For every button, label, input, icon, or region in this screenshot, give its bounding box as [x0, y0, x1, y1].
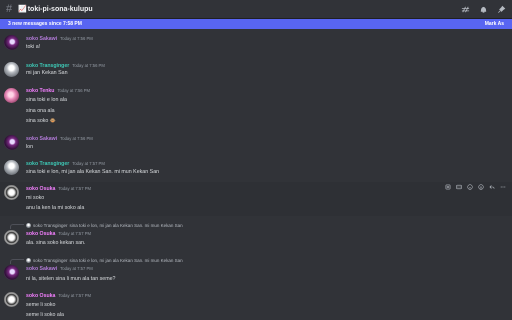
reply-username: soko Transginger — [33, 258, 68, 263]
reply-text: sina toki e lon, mi jan ala Kekan San. m… — [69, 223, 183, 228]
avatar[interactable] — [4, 185, 19, 200]
message: soko Sakawi Today at 7:56 PM lon — [0, 133, 512, 155]
channel-name: toki-pi-sona-kulupu — [27, 5, 93, 13]
message-with-reply: soko Transginger sina toki e lon, mi jan… — [0, 220, 512, 248]
avatar[interactable] — [4, 265, 19, 280]
message-text: sina ona ala — [26, 108, 55, 114]
message-text: sina toki e lon, mi jan ala Kekan San. m… — [26, 169, 160, 175]
timestamp: Today at 7:56 PM — [72, 63, 105, 68]
reply-preview[interactable]: soko Transginger sina toki e lon, mi jan… — [26, 258, 183, 263]
message-text: toki a! — [26, 44, 41, 50]
mark-as-read-button[interactable]: Mark As — [485, 21, 504, 27]
bell-icon[interactable] — [479, 5, 488, 14]
avatar[interactable] — [4, 230, 19, 245]
avatar[interactable] — [4, 62, 19, 77]
list-icon[interactable] — [445, 184, 451, 190]
username[interactable]: soko Osuka — [26, 186, 55, 192]
username[interactable]: soko Sakawi — [26, 266, 57, 272]
message-text: seme li soko — [26, 302, 56, 308]
custom-emoji-icon: 🐵 — [49, 118, 57, 124]
message-text: ni la, sitelen sina li mun ala tan seme? — [26, 276, 116, 282]
pin-icon[interactable] — [497, 5, 506, 14]
username[interactable]: soko Sakawi — [26, 36, 57, 42]
hash-icon: # — [6, 3, 13, 15]
reply-avatar — [26, 258, 31, 263]
timestamp: Today at 7:57 PM — [72, 161, 105, 166]
reply-connector — [10, 259, 24, 264]
message: soko Transginger Today at 7:56 PM mi jan… — [0, 60, 512, 82]
username[interactable]: soko Osuka — [26, 231, 55, 237]
message-text: lon — [26, 144, 34, 150]
username[interactable]: soko Sakawi — [26, 136, 57, 142]
username[interactable]: soko Tenku — [26, 88, 54, 94]
timestamp: Today at 7:56 PM — [57, 88, 91, 93]
message: soko Sakawi Today at 7:56 PM toki a! — [0, 33, 512, 55]
reply-avatar — [26, 223, 31, 228]
new-messages-bar[interactable]: 3 new messages since 7:58 PM Mark As — [0, 19, 512, 29]
discord-chat: # 📈 toki-pi-sona-kulupu 3 new messages s… — [0, 0, 512, 320]
message-hovered: soko Osuka Today at 7:57 PM mi soko anu … — [0, 182, 512, 216]
reply-text: sina toki e lon, mi jan ala Kekan San. m… — [69, 258, 183, 263]
timestamp: Today at 7:57 PM — [60, 266, 93, 271]
chart-emoji-icon: 📈 — [18, 6, 27, 13]
username[interactable]: soko Transginger — [26, 63, 69, 69]
message-text: sina toki e lon ala — [26, 97, 67, 103]
reply-connector — [10, 224, 24, 229]
sticker-icon[interactable] — [467, 183, 473, 190]
gif-icon[interactable] — [456, 184, 462, 190]
message-text: ala. sina soko kekan san. — [26, 240, 86, 246]
avatar[interactable] — [4, 135, 19, 150]
message-action-toolbar — [443, 182, 508, 191]
emoji-icon[interactable] — [478, 183, 484, 190]
timestamp: Today at 7:57 PM — [58, 231, 92, 236]
avatar[interactable] — [4, 35, 19, 50]
message: soko Transginger Today at 7:57 PM sina t… — [0, 158, 512, 180]
avatar[interactable] — [4, 292, 19, 307]
reply-preview[interactable]: soko Transginger sina toki e lon, mi jan… — [26, 223, 183, 228]
message-text: mi jan Kekan San — [26, 70, 68, 76]
new-messages-text: 3 new messages since 7:58 PM — [8, 21, 82, 27]
reply-icon[interactable] — [489, 184, 495, 190]
username[interactable]: soko Osuka — [26, 293, 55, 299]
message: soko Osuka Today at 7:57 PM seme li soko… — [0, 290, 512, 320]
message-text: anu la ken la mi soko ala — [26, 205, 85, 211]
timestamp: Today at 7:56 PM — [60, 136, 93, 141]
timestamp: Today at 7:57 PM — [58, 293, 92, 298]
avatar[interactable] — [4, 160, 19, 175]
more-icon[interactable] — [500, 184, 506, 190]
header-actions — [461, 5, 506, 14]
username[interactable]: soko Transginger — [26, 161, 69, 167]
channel-header: # 📈 toki-pi-sona-kulupu — [0, 0, 512, 19]
message: soko Tenku Today at 7:56 PM sina toki e … — [0, 86, 512, 130]
timestamp: Today at 7:57 PM — [58, 186, 92, 191]
reply-username: soko Transginger — [33, 223, 68, 228]
timestamp: Today at 7:56 PM — [60, 36, 93, 41]
message-with-reply: soko Transginger sina toki e lon, mi jan… — [0, 255, 512, 285]
threads-icon[interactable] — [461, 5, 470, 14]
message-text: seme li soko ala — [26, 312, 64, 318]
avatar[interactable] — [4, 88, 19, 103]
message-text: mi soko — [26, 195, 45, 201]
message-text: sina soko 🐵 — [26, 118, 57, 124]
